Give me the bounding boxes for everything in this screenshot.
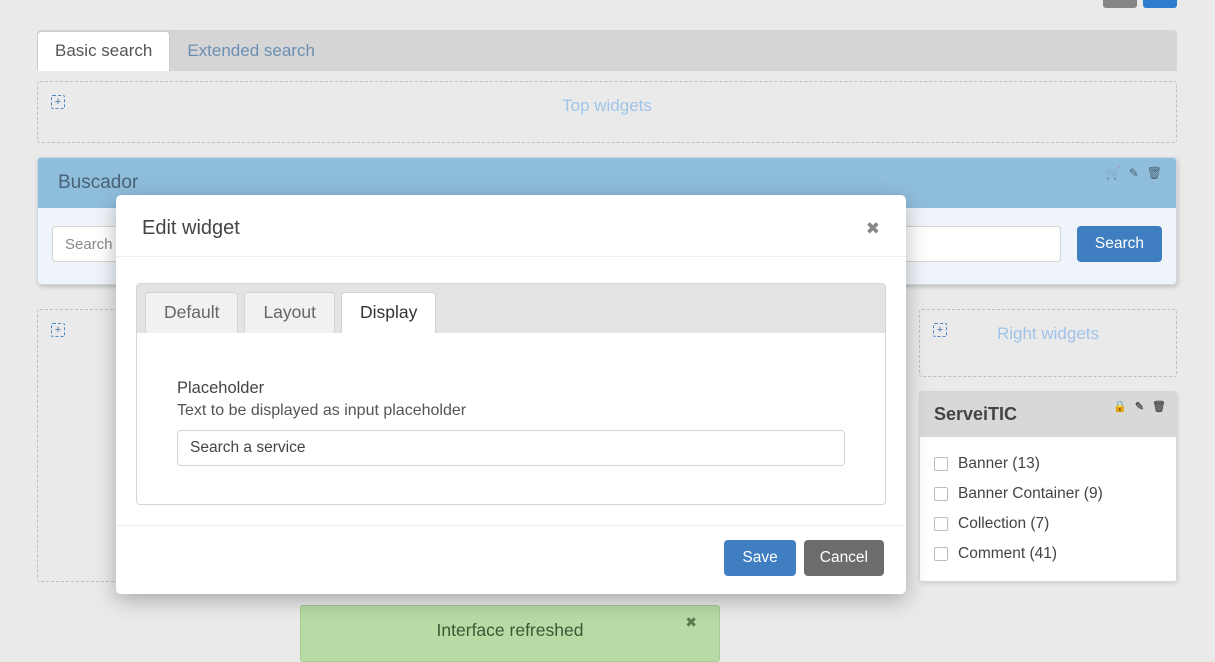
list-item-label: Banner (13) bbox=[958, 455, 1040, 473]
top-blue-button[interactable] bbox=[1143, 0, 1177, 8]
checkbox[interactable] bbox=[934, 457, 948, 471]
edit-icon[interactable]: ✎ bbox=[1135, 400, 1144, 413]
add-widget-button[interactable]: + bbox=[51, 323, 65, 337]
list-item[interactable]: Banner (13) bbox=[934, 449, 1162, 479]
list-item[interactable]: Collection (7) bbox=[934, 509, 1162, 539]
list-item-label: Collection (7) bbox=[958, 515, 1049, 533]
tab-extended-search[interactable]: Extended search bbox=[170, 32, 332, 71]
cancel-button[interactable]: Cancel bbox=[804, 540, 884, 576]
modal-tabs: Default Layout Display bbox=[137, 284, 885, 333]
toast-message: Interface refreshed bbox=[437, 620, 584, 640]
placeholder-field-label: Placeholder bbox=[177, 379, 845, 398]
placeholder-field-help: Text to be displayed as input placeholde… bbox=[177, 402, 845, 420]
right-widgets-label: Right widgets bbox=[930, 324, 1166, 344]
cart-icon[interactable]: 🛒 bbox=[1106, 166, 1121, 180]
checkbox[interactable] bbox=[934, 487, 948, 501]
tab-layout[interactable]: Layout bbox=[244, 292, 335, 333]
tab-default[interactable]: Default bbox=[145, 292, 238, 333]
delete-icon[interactable]: 🗑 bbox=[1147, 166, 1162, 180]
placeholder-input[interactable] bbox=[177, 430, 845, 466]
top-grey-button[interactable] bbox=[1103, 0, 1137, 8]
lock-icon[interactable]: 🔒 bbox=[1113, 400, 1127, 413]
list-item-label: Banner Container (9) bbox=[958, 485, 1103, 503]
buscador-title: Buscador bbox=[58, 172, 138, 193]
add-widget-button[interactable]: + bbox=[933, 323, 947, 337]
serveitic-widget: ServeiTIC 🔒 ✎ 🗑 Banner (13) Banner Cont bbox=[919, 391, 1177, 582]
close-icon[interactable]: ✖ bbox=[866, 219, 880, 239]
checkbox[interactable] bbox=[934, 547, 948, 561]
buscador-search-button[interactable]: Search bbox=[1077, 226, 1162, 262]
add-widget-button[interactable]: + bbox=[51, 95, 65, 109]
tab-display[interactable]: Display bbox=[341, 292, 436, 333]
list-item-label: Comment (41) bbox=[958, 545, 1057, 563]
right-widgets-region: + Right widgets bbox=[919, 309, 1177, 377]
delete-icon[interactable]: 🗑 bbox=[1152, 400, 1166, 413]
edit-icon[interactable]: ✎ bbox=[1129, 166, 1139, 180]
checkbox[interactable] bbox=[934, 517, 948, 531]
list-item[interactable]: Comment (41) bbox=[934, 539, 1162, 569]
serveitic-title: ServeiTIC bbox=[934, 404, 1017, 424]
edit-widget-modal: Edit widget ✖ Default Layout Display Pla… bbox=[116, 195, 906, 594]
top-widgets-region: + Top widgets bbox=[37, 81, 1177, 143]
top-widgets-label: Top widgets bbox=[48, 96, 1166, 116]
close-icon[interactable]: ✖ bbox=[685, 614, 697, 631]
search-tabs: Basic search Extended search bbox=[37, 30, 1177, 71]
tab-basic-search[interactable]: Basic search bbox=[37, 31, 170, 71]
modal-title: Edit widget bbox=[142, 217, 240, 240]
save-button[interactable]: Save bbox=[724, 540, 795, 576]
list-item[interactable]: Banner Container (9) bbox=[934, 479, 1162, 509]
toast-interface-refreshed: ✖ Interface refreshed bbox=[300, 605, 720, 662]
